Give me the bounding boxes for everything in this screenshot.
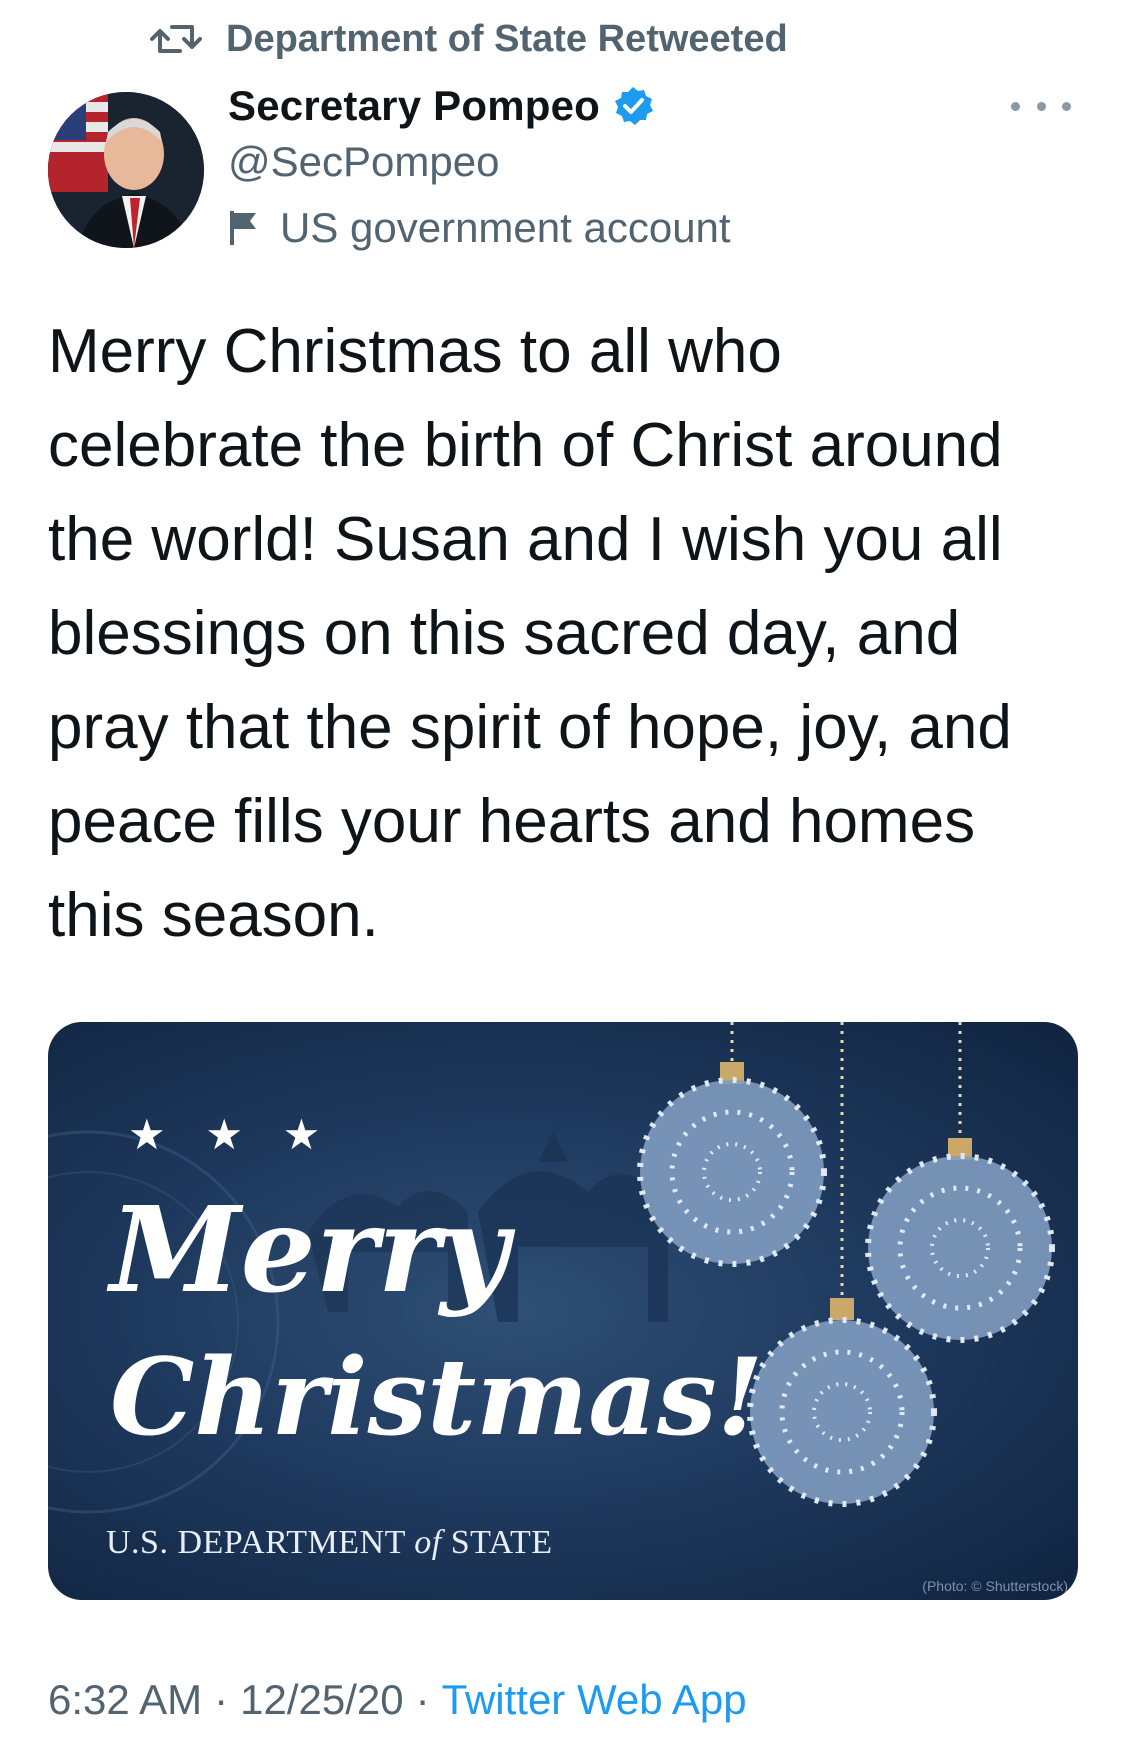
tweet-text: Merry Christmas to all who celebrate the… xyxy=(48,305,1088,963)
government-label[interactable]: US government account xyxy=(228,198,731,258)
tweet-time[interactable]: 6:32 AM xyxy=(48,1676,202,1724)
dept-suffix: STATE xyxy=(450,1524,553,1561)
author-handle[interactable]: @SecPompeo xyxy=(228,134,731,190)
department-wordmark: U.S. DEPARTMENT of STATE xyxy=(106,1524,552,1562)
tweet-text-line: pray that the spirit of hope, joy, and xyxy=(48,693,1012,762)
dept-of: of xyxy=(414,1524,442,1561)
author-name[interactable]: Secretary Pompeo xyxy=(228,82,600,130)
separator: · xyxy=(214,1676,229,1723)
author-block[interactable]: Secretary Pompeo @SecPompeo US governmen… xyxy=(228,78,731,258)
verified-badge-icon xyxy=(612,85,654,127)
avatar[interactable] xyxy=(48,92,204,248)
tweet-text-line: blessings on this sacred day, and xyxy=(48,599,961,668)
tweet-text-line: peace fills your hearts and homes xyxy=(48,787,976,856)
government-label-text: US government account xyxy=(280,204,731,251)
tweet-text-line: this season. xyxy=(48,881,379,950)
retweet-icon xyxy=(150,25,202,53)
card-title-merry: Merry xyxy=(110,1180,509,1319)
tweet-date[interactable]: 12/25/20 xyxy=(240,1676,404,1724)
retweet-header[interactable]: Department of State Retweeted xyxy=(150,14,788,64)
tweet-text-line: celebrate the birth of Christ around xyxy=(48,411,1003,480)
stars: ★ ★ ★ xyxy=(128,1111,335,1158)
flag-icon xyxy=(230,211,256,245)
more-options-icon[interactable] xyxy=(1011,88,1071,124)
ornament-icon xyxy=(747,1317,937,1507)
ornament-icon xyxy=(637,1077,827,1267)
tweet-media-image[interactable]: ★ ★ ★ Merry Christmas! U.S. DEPARTMENT o… xyxy=(48,1022,1078,1600)
card-title-christmas: Christmas! xyxy=(110,1334,764,1459)
tweet-text-line: the world! Susan and I wish you all xyxy=(48,505,1003,574)
tweet-metadata: 6:32 AM · 12/25/20 · Twitter Web App xyxy=(48,1676,747,1724)
photo-credit: (Photo: © Shutterstock) xyxy=(922,1578,1068,1594)
separator: · xyxy=(415,1676,430,1723)
dept-prefix: U.S. DEPARTMENT xyxy=(106,1524,406,1561)
ornament-icon xyxy=(865,1153,1055,1343)
retweet-label: Department of State Retweeted xyxy=(226,17,788,60)
tweet-text-line: Merry Christmas to all who xyxy=(48,317,782,386)
tweet-source-app[interactable]: Twitter Web App xyxy=(442,1676,747,1724)
